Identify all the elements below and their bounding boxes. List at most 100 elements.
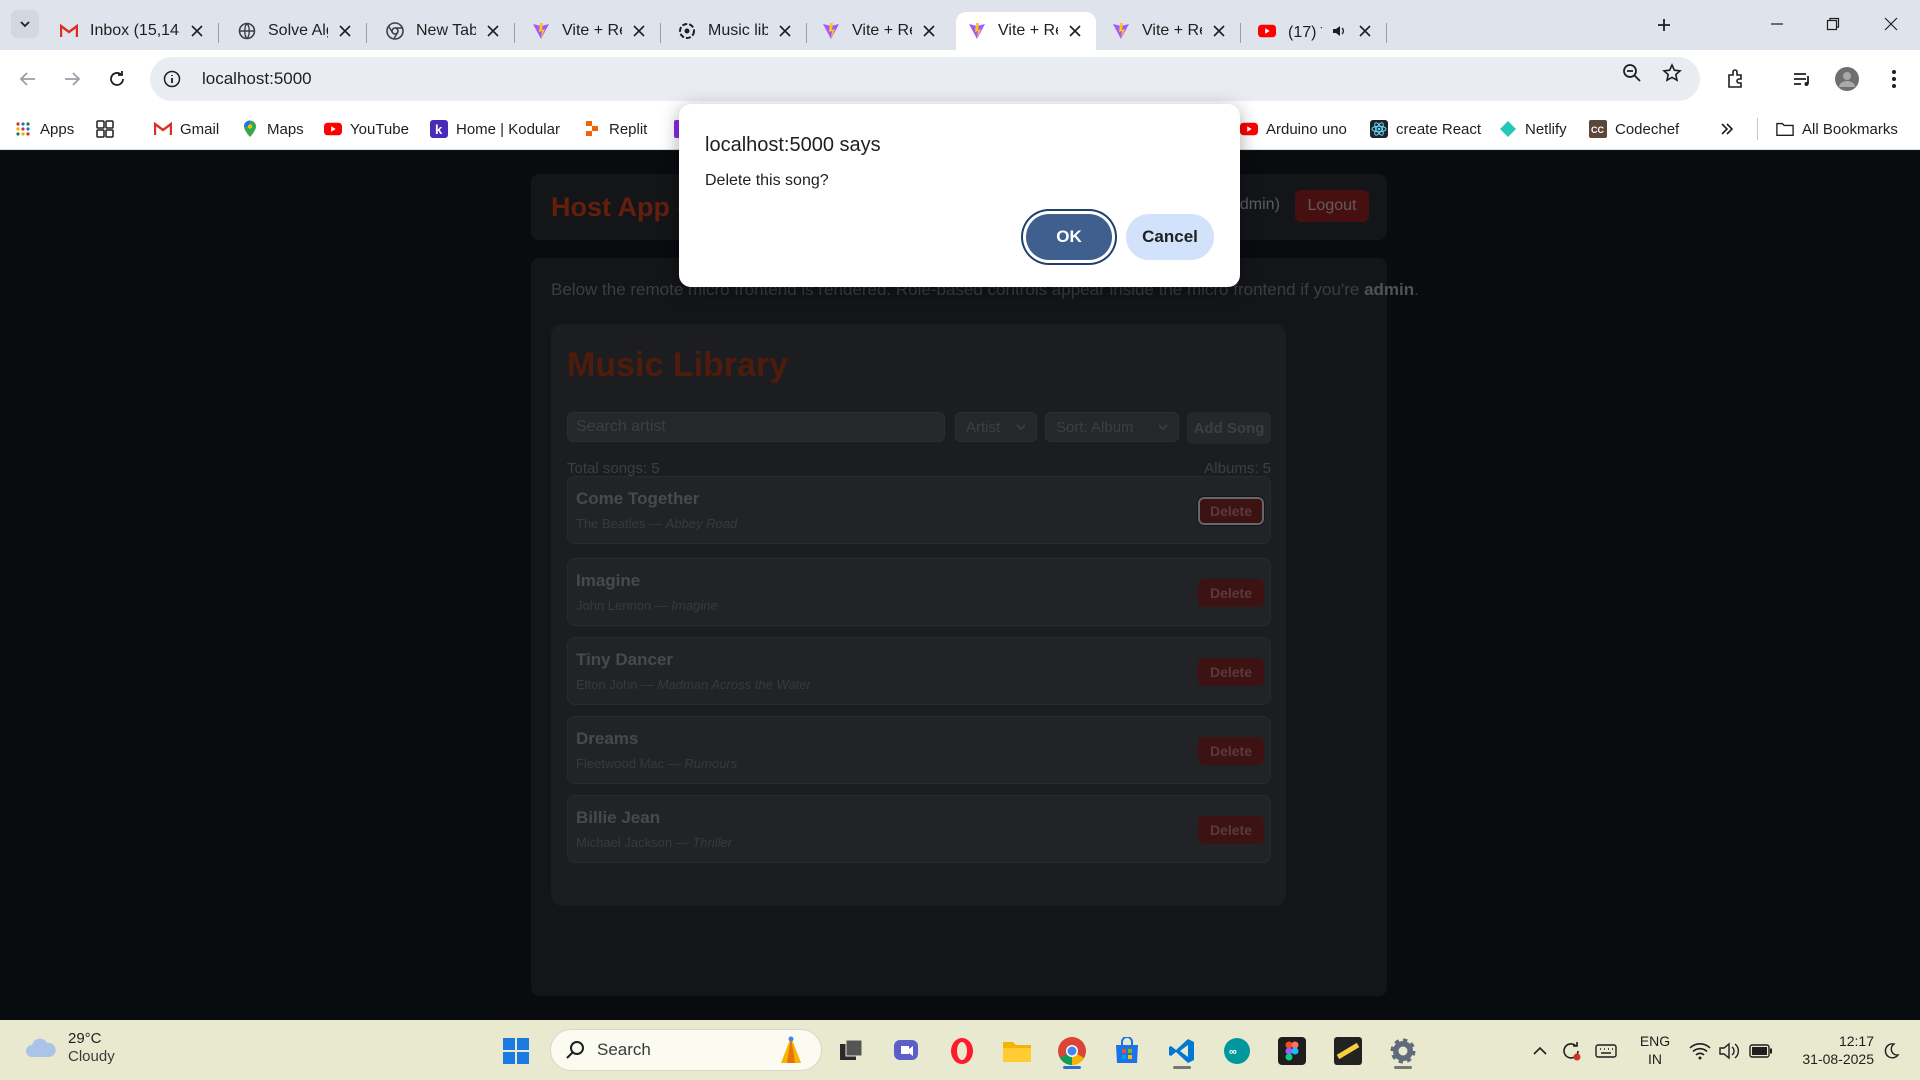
gmail-icon	[60, 22, 78, 40]
task-view-icon[interactable]	[831, 1031, 871, 1071]
tab-close-icon[interactable]	[1210, 22, 1228, 40]
globe-icon	[238, 22, 256, 40]
bookmark-youtube[interactable]: YouTube	[324, 116, 409, 142]
bookmark-netlify[interactable]: Netlify	[1499, 116, 1567, 142]
tab-close-icon[interactable]	[484, 22, 502, 40]
bookmark-replit[interactable]: Replit	[583, 116, 647, 142]
menu-icon[interactable]	[1878, 63, 1910, 95]
browser-tab[interactable]: New Tab	[374, 12, 515, 50]
meet-icon[interactable]	[886, 1031, 926, 1071]
browser-toolbar: localhost:5000	[0, 50, 1920, 108]
taskbar-search-label: Search	[597, 1040, 651, 1059]
kodular-icon: k	[430, 120, 448, 138]
bookmark-apps-label: Apps	[40, 120, 75, 138]
settings-icon[interactable]	[1383, 1031, 1423, 1071]
bookmark-all-label: All Bookmarks	[1802, 120, 1898, 138]
bookmark-gmail[interactable]: Gmail	[154, 116, 219, 142]
tab-title: Inbox (15,143	[90, 22, 180, 39]
site-info-icon[interactable]	[155, 62, 189, 96]
new-tab-button[interactable]	[1651, 12, 1677, 38]
media-control-icon[interactable]	[1786, 63, 1818, 95]
profile-avatar[interactable]	[1831, 63, 1863, 95]
cancel-button[interactable]: Cancel	[1126, 214, 1214, 260]
sync-icon[interactable]	[1558, 1038, 1584, 1064]
language-indicator[interactable]: ENG IN	[1637, 1032, 1673, 1068]
tab-close-icon[interactable]	[188, 22, 206, 40]
taskbar-search[interactable]: Search	[550, 1029, 822, 1071]
extensions-icon[interactable]	[1720, 63, 1752, 95]
bookmark-star-icon[interactable]	[1660, 61, 1684, 85]
bookmark-codechef[interactable]: CC Codechef	[1589, 116, 1679, 142]
app-icon[interactable]	[1328, 1031, 1368, 1071]
keyboard-icon[interactable]	[1593, 1038, 1619, 1064]
tab-close-icon[interactable]	[1356, 22, 1374, 40]
tab-groups-icon	[96, 120, 114, 138]
speaker-icon[interactable]	[1330, 22, 1348, 40]
dialog-message: Delete this song?	[705, 172, 829, 189]
battery-icon[interactable]	[1748, 1038, 1774, 1064]
forward-button[interactable]	[56, 63, 88, 95]
browser-tab[interactable]: Vite + React	[956, 12, 1096, 50]
file-explorer-icon[interactable]	[997, 1031, 1037, 1071]
vscode-icon[interactable]	[1162, 1031, 1202, 1071]
do-not-disturb-icon[interactable]	[1878, 1038, 1904, 1064]
close-window-button[interactable]	[1868, 8, 1914, 40]
vite-icon	[532, 22, 550, 40]
tab-close-icon[interactable]	[336, 22, 354, 40]
bookmark-netlify-label: Netlify	[1525, 120, 1567, 138]
browser-tab[interactable]: Inbox (15,143	[48, 12, 219, 50]
address-bar[interactable]: localhost:5000	[150, 57, 1700, 101]
tab-close-icon[interactable]	[630, 22, 648, 40]
tab-title: Vite + React	[998, 22, 1058, 39]
opera-icon[interactable]	[942, 1031, 982, 1071]
chrome-taskbar-icon[interactable]	[1052, 1031, 1092, 1071]
arrow-left-icon	[19, 72, 35, 86]
zoom-icon[interactable]	[1620, 61, 1644, 85]
arduino-icon[interactable]: ∞	[1217, 1031, 1257, 1071]
browser-tab[interactable]: Vite + React	[1100, 12, 1241, 50]
gmail-icon	[154, 120, 172, 138]
tab-close-icon[interactable]	[1066, 22, 1084, 40]
ms-store-icon[interactable]	[1107, 1031, 1147, 1071]
bookmark-codechef-label: Codechef	[1615, 120, 1680, 138]
browser-tab[interactable]: Vite + React	[520, 12, 661, 50]
bookmark-kodular[interactable]: k Home | Kodular	[430, 116, 560, 142]
browser-tab[interactable]: (17) पवन	[1246, 12, 1387, 50]
back-button[interactable]	[12, 63, 44, 95]
plus-icon	[1658, 19, 1670, 31]
browser-tab[interactable]: Vite + React	[810, 12, 950, 50]
bookmark-apps[interactable]: Apps	[14, 116, 74, 142]
bookmarks-overflow-button[interactable]	[1718, 116, 1744, 142]
tab-search-button[interactable]	[11, 10, 39, 38]
tab-close-icon[interactable]	[776, 22, 794, 40]
tab-title: Vite + React	[852, 22, 912, 39]
restore-button[interactable]	[1810, 8, 1856, 40]
wifi-icon[interactable]	[1687, 1038, 1713, 1064]
chevron-up-icon[interactable]	[1527, 1038, 1553, 1064]
tab-separator	[366, 23, 367, 43]
cloud-icon	[26, 1038, 56, 1057]
start-button[interactable]	[496, 1031, 536, 1071]
reload-button[interactable]	[101, 63, 133, 95]
volume-icon[interactable]	[1716, 1038, 1742, 1064]
figma-icon[interactable]	[1272, 1031, 1312, 1071]
taskbar: 29°C Cloudy Search ∞ ENG IN 12:17 31-08-…	[0, 1020, 1920, 1080]
bookmark-tab-groups[interactable]	[96, 116, 122, 142]
maps-pin-icon	[241, 120, 259, 138]
weather-text: 29°C Cloudy	[68, 1030, 115, 1066]
bookmark-create-react-label: create React	[1396, 120, 1482, 138]
system-clock[interactable]: 12:17 31-08-2025	[1784, 1032, 1874, 1068]
minimize-button[interactable]	[1754, 8, 1800, 40]
url-text[interactable]: localhost:5000	[202, 69, 312, 89]
browser-tab[interactable]: Solve Algorit	[226, 12, 367, 50]
ok-button[interactable]: OK	[1026, 214, 1112, 260]
browser-tab[interactable]: Music library	[666, 12, 807, 50]
codechef-icon: CC	[1589, 120, 1607, 138]
bookmark-maps[interactable]: Maps	[241, 116, 304, 142]
bookmark-all[interactable]: All Bookmarks	[1776, 116, 1898, 142]
weather-widget[interactable]: 29°C Cloudy	[24, 1030, 115, 1066]
tab-close-icon[interactable]	[920, 22, 938, 40]
bookmark-create-react[interactable]: create React	[1370, 116, 1481, 142]
close-icon	[1884, 17, 1898, 31]
bookmark-arduino[interactable]: Arduino uno	[1240, 116, 1347, 142]
